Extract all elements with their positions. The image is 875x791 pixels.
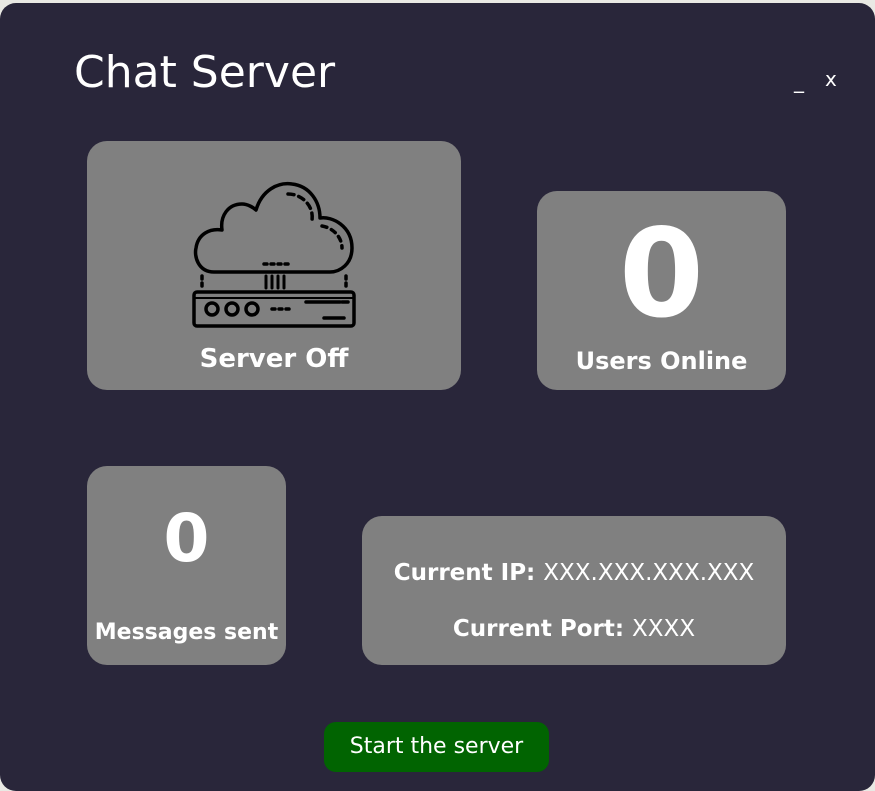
network-info-card: Current IP: XXX.XXX.XXX.XXX Current Port…	[362, 516, 786, 665]
messages-sent-card: 0 Messages sent	[87, 466, 286, 665]
current-ip-line: Current IP: XXX.XXX.XXX.XXX	[362, 560, 786, 586]
current-ip-value: XXX.XXX.XXX.XXX	[543, 560, 755, 586]
users-online-label: Users Online	[575, 347, 748, 375]
server-status-label: Server Off	[199, 344, 349, 374]
close-button[interactable]: x	[825, 67, 837, 91]
minimize-button[interactable]: _	[794, 69, 804, 93]
start-server-button[interactable]: Start the server	[324, 722, 549, 772]
server-status-card: Server Off	[87, 141, 461, 390]
users-online-count: 0	[619, 203, 704, 345]
cloud-server-icon	[192, 181, 356, 328]
window-title: Chat Server	[74, 47, 336, 98]
current-port-line: Current Port: XXXX	[362, 616, 786, 642]
app-window: Chat Server _ x Server Off 0 Users Onlin…	[0, 3, 875, 791]
current-port-label: Current Port:	[452, 616, 625, 642]
current-ip-label: Current IP:	[393, 560, 536, 586]
messages-sent-count: 0	[163, 500, 210, 577]
messages-sent-label: Messages sent	[94, 620, 279, 645]
current-port-value: XXXX	[632, 616, 696, 642]
users-online-card: 0 Users Online	[537, 191, 786, 390]
